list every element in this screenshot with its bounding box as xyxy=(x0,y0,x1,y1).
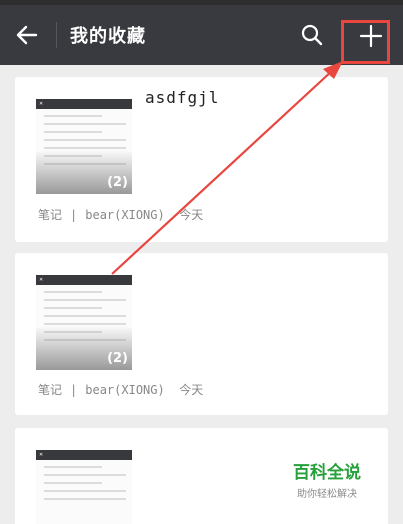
annotation-arrow xyxy=(111,61,343,275)
